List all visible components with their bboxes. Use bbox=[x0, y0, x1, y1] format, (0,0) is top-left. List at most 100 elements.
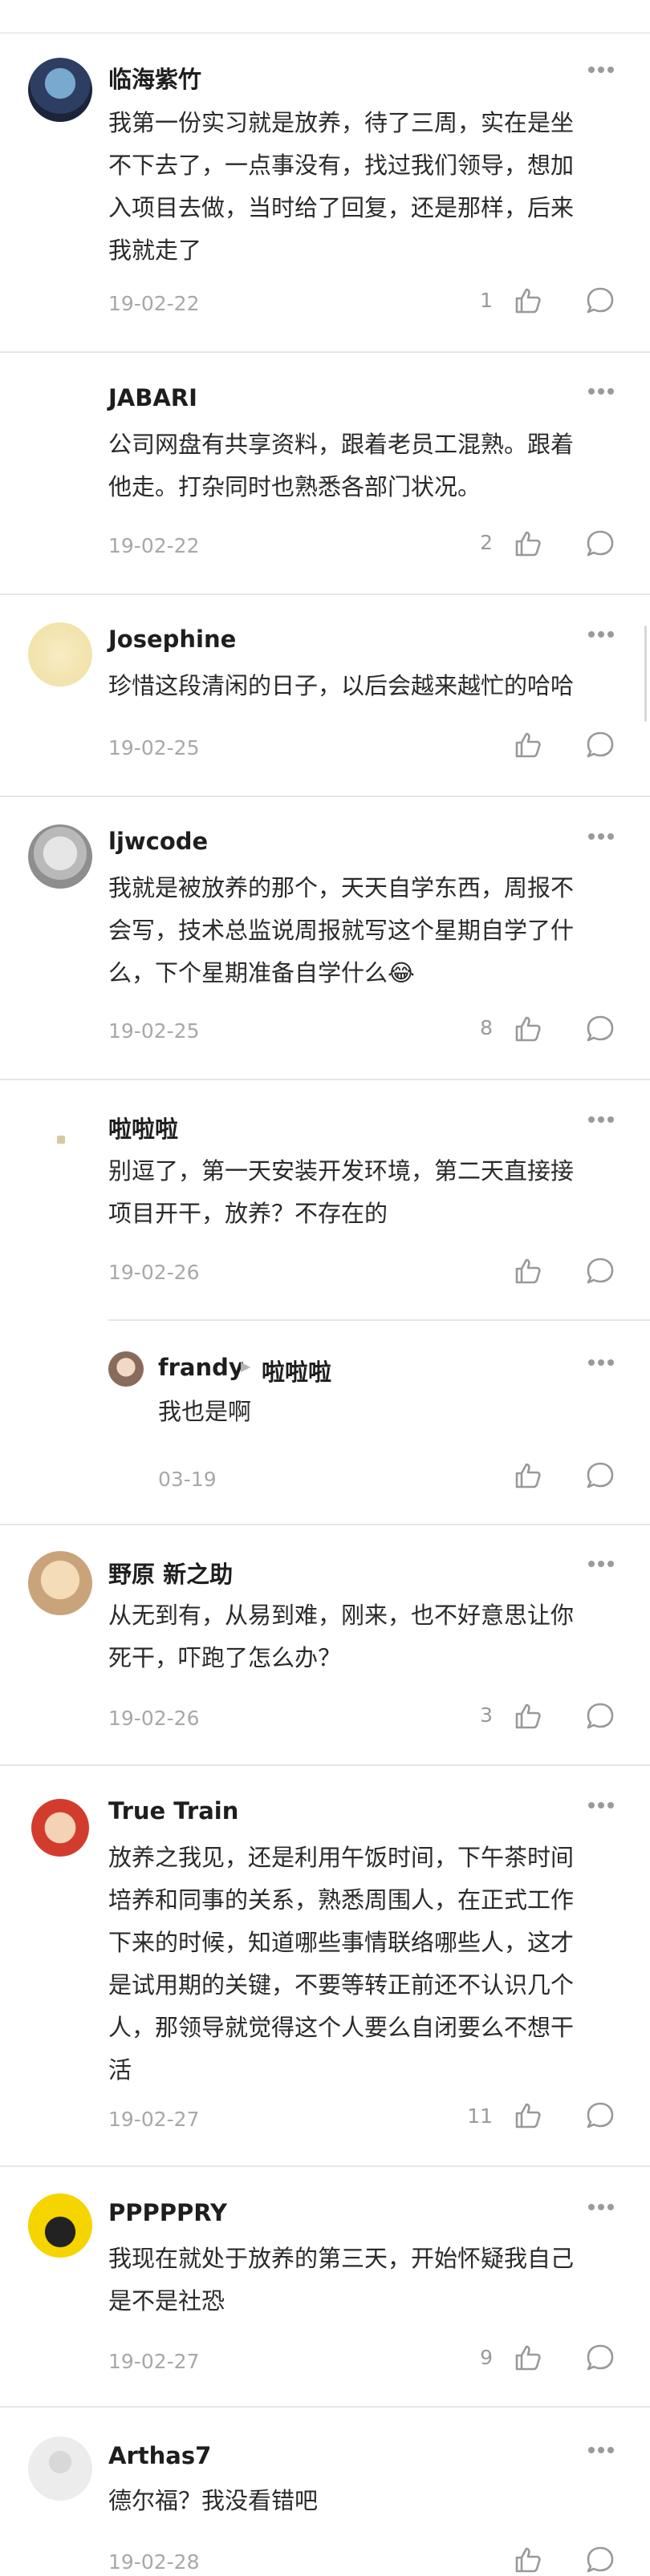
reply-divider bbox=[108, 1319, 650, 1321]
comment-text: 我现在就处于放养的第三天，开始怀疑我自己 是不是社恐 bbox=[108, 2238, 622, 2323]
more-dots-icon[interactable] bbox=[588, 1555, 620, 1567]
thumbs-up-icon[interactable] bbox=[512, 2342, 544, 2374]
avatar[interactable] bbox=[28, 1792, 92, 1857]
more-dots-icon[interactable] bbox=[588, 1796, 620, 1808]
comment-line: 他走。打杂同时也熟悉各部门状况。 bbox=[108, 473, 481, 500]
comment-divider bbox=[0, 1764, 650, 1766]
more-dots-icon[interactable] bbox=[588, 828, 620, 840]
comment-text: 从无到有，从易到难，刚来，也不好意思让你 死干，吓跑了怎么办？ bbox=[108, 1594, 622, 1679]
more-dots-icon[interactable] bbox=[588, 383, 620, 395]
like-count: 11 bbox=[467, 2104, 493, 2128]
comment-text: 别逗了，第一天安装开发环境，第二天直接接 项目开干，放养？不存在的 bbox=[108, 1150, 622, 1235]
thumbs-up-icon[interactable] bbox=[512, 2544, 544, 2576]
reply-author[interactable]: frandy bbox=[158, 1354, 244, 1381]
like-count: 3 bbox=[480, 1703, 493, 1727]
reply-target[interactable]: 啦啦啦 bbox=[262, 1354, 331, 1387]
comment-divider bbox=[0, 1524, 650, 1525]
thumbs-up-icon[interactable] bbox=[512, 285, 544, 317]
avatar[interactable] bbox=[28, 2436, 92, 2501]
comment-line: 公司网盘有共享资料，跟着老员工混熟。跟着 bbox=[108, 431, 575, 458]
comment-divider bbox=[0, 2165, 650, 2167]
thumbs-up-icon[interactable] bbox=[512, 1255, 544, 1287]
comment-date: 19-02-28 bbox=[108, 2550, 200, 2574]
avatar[interactable] bbox=[108, 1351, 144, 1387]
comment-bubble-icon[interactable] bbox=[584, 1700, 616, 1732]
like-count: 8 bbox=[480, 1016, 493, 1039]
comment-line: 么，下个星期准备自学什么😂 bbox=[108, 959, 415, 986]
thumbs-up-icon[interactable] bbox=[512, 1700, 544, 1732]
comment-line: 下来的时候，知道哪些事情联络哪些人，这才 bbox=[108, 1929, 575, 1956]
comment-date: 19-02-26 bbox=[108, 1707, 200, 1730]
reply-date: 03-19 bbox=[158, 1468, 217, 1491]
avatar[interactable] bbox=[28, 58, 92, 122]
like-count: 9 bbox=[480, 2346, 493, 2369]
more-dots-icon[interactable] bbox=[588, 626, 620, 638]
comment-line: 是试用期的关键，不要等转正前还不认识几个 bbox=[108, 1971, 575, 1999]
comment-line: 人，那领导就觉得这个人要么自闭要么不想干 bbox=[108, 2014, 575, 2041]
more-dots-icon[interactable] bbox=[588, 1111, 620, 1123]
more-dots-icon[interactable] bbox=[588, 1354, 620, 1366]
comment-bubble-icon[interactable] bbox=[584, 285, 616, 317]
scrollbar[interactable] bbox=[644, 626, 647, 722]
avatar[interactable] bbox=[28, 622, 92, 687]
comment-author[interactable]: 临海紫竹 bbox=[108, 61, 201, 95]
comment-line: 死干，吓跑了怎么办？ bbox=[108, 1644, 342, 1671]
comment-bubble-icon[interactable] bbox=[584, 1460, 616, 1492]
more-dots-icon[interactable] bbox=[588, 2198, 620, 2210]
comment-line: 入项目去做，当时给了回复，还是那样，后来 bbox=[108, 194, 575, 221]
comment-text: 珍惜这段清闲的日子，以后会越来越忙的哈哈 bbox=[108, 665, 638, 707]
comment-author[interactable]: 野原 新之助 bbox=[108, 1556, 233, 1590]
reply-arrow-icon: ▶ bbox=[241, 1359, 251, 1374]
avatar[interactable] bbox=[28, 824, 92, 889]
thumbs-up-icon[interactable] bbox=[512, 1460, 544, 1492]
comment-divider bbox=[0, 593, 650, 595]
comment-bubble-icon[interactable] bbox=[584, 2100, 616, 2132]
comment-date: 19-02-25 bbox=[108, 1019, 200, 1043]
comment-author[interactable]: JABARI bbox=[108, 384, 197, 411]
comment-bubble-icon[interactable] bbox=[584, 528, 616, 560]
thumbs-up-icon[interactable] bbox=[512, 729, 544, 761]
comment-text: 我就是被放养的那个，天天自学东西，周报不 会写，技术总监说周报就写这个星期自学了… bbox=[108, 867, 622, 994]
comment-bubble-icon[interactable] bbox=[584, 2342, 616, 2374]
thumbs-up-icon[interactable] bbox=[512, 2100, 544, 2132]
comment-date: 19-02-22 bbox=[108, 534, 200, 557]
comment-bubble-icon[interactable] bbox=[584, 2544, 616, 2576]
thumbs-up-icon[interactable] bbox=[512, 1013, 544, 1045]
avatar[interactable] bbox=[28, 1107, 92, 1171]
top-divider bbox=[0, 0, 650, 34]
comment-author[interactable]: PPPPPRY bbox=[108, 2199, 227, 2226]
comment-text: 放养之我见，还是利用午饭时间，下午茶时间 培养和同事的关系，熟悉周围人，在正式工… bbox=[108, 1837, 622, 2092]
comment-text: 公司网盘有共享资料，跟着老员工混熟。跟着 他走。打杂同时也熟悉各部门状况。 bbox=[108, 423, 622, 508]
comment-author[interactable]: Arthas7 bbox=[108, 2442, 211, 2469]
comment-author[interactable]: ljwcode bbox=[108, 828, 208, 855]
more-dots-icon[interactable] bbox=[588, 61, 620, 73]
avatar[interactable] bbox=[28, 1551, 92, 1615]
comment-date: 19-02-25 bbox=[108, 736, 200, 759]
comment-author[interactable]: Josephine bbox=[108, 626, 236, 653]
comment-divider bbox=[0, 796, 650, 797]
more-dots-icon[interactable] bbox=[588, 2441, 620, 2453]
comment-divider bbox=[0, 1079, 650, 1080]
comment-line: 培养和同事的关系，熟悉周围人，在正式工作 bbox=[108, 1886, 575, 1914]
comment-line: 不下去了，一点事没有，找过我们领导，想加 bbox=[108, 152, 575, 179]
reply-text: 我也是啊 bbox=[158, 1398, 252, 1425]
comment-date: 19-02-27 bbox=[108, 2108, 200, 2131]
comment-line: 我第一份实习就是放养，待了三周，实在是坐 bbox=[108, 109, 575, 136]
comment-line: 德尔福？我没看错吧 bbox=[108, 2487, 319, 2514]
comment-author[interactable]: True Train bbox=[108, 1797, 238, 1825]
avatar-sprite bbox=[57, 1136, 65, 1144]
comment-line: 我就是被放养的那个，天天自学东西，周报不 bbox=[108, 874, 575, 901]
comment-line: 会写，技术总监说周报就写这个星期自学了什 bbox=[108, 917, 575, 944]
comment-bubble-icon[interactable] bbox=[584, 1255, 616, 1287]
comment-date: 19-02-27 bbox=[108, 2350, 200, 2373]
comment-line: 是不是社恐 bbox=[108, 2287, 225, 2315]
comment-line: 放养之我见，还是利用午饭时间，下午茶时间 bbox=[108, 1844, 575, 1871]
comment-date: 19-02-22 bbox=[108, 292, 200, 315]
comment-divider bbox=[0, 351, 650, 353]
comment-bubble-icon[interactable] bbox=[584, 1013, 616, 1045]
thumbs-up-icon[interactable] bbox=[512, 528, 544, 560]
comment-author[interactable]: 啦啦啦 bbox=[108, 1111, 178, 1144]
avatar[interactable] bbox=[28, 373, 92, 437]
comment-bubble-icon[interactable] bbox=[584, 729, 616, 761]
avatar[interactable] bbox=[28, 2193, 92, 2258]
